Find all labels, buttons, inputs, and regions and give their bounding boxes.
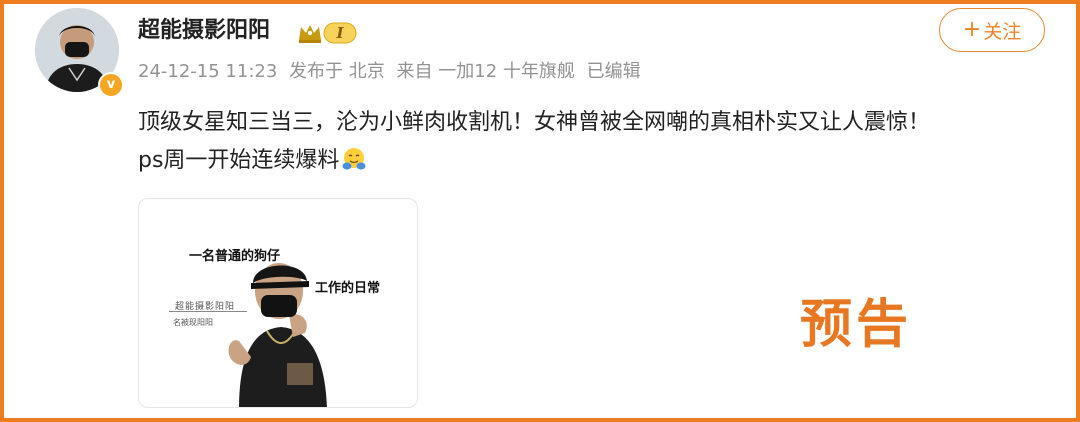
image-stamp-divider bbox=[169, 311, 247, 312]
post-source: 来自 一加12 十年旗舰 bbox=[396, 61, 575, 82]
post-edited[interactable]: 已编辑 bbox=[587, 61, 641, 82]
hug-emoji-icon bbox=[342, 148, 366, 170]
preview-label: 预告 bbox=[800, 295, 913, 355]
verified-v-icon: v bbox=[98, 72, 124, 98]
image-caption-side: 工作的日常 bbox=[315, 281, 381, 296]
post-text-line1: 顶级女星知三当三，沦为小鲜肉收割机！女神曾被全网嘲的真相朴实又让人震惊！ bbox=[138, 110, 931, 135]
post-text-line2: ps周一开始连续爆料 bbox=[138, 148, 340, 173]
post-text-line2-wrap: ps周一开始连续爆料 bbox=[138, 142, 1058, 180]
follow-button[interactable]: + 关注 bbox=[939, 8, 1045, 52]
image-stamp-sub: 名被现阳阳 bbox=[173, 318, 213, 327]
post-date[interactable]: 24-12-15 11:23 bbox=[138, 61, 277, 82]
plus-icon: + bbox=[962, 17, 982, 42]
level-badge-text: I bbox=[336, 24, 344, 42]
post-meta: 24-12-15 11:23 发布于 北京 来自 一加12 十年旗舰 已编辑 bbox=[138, 58, 647, 86]
level-badge[interactable]: I bbox=[296, 20, 358, 46]
image-caption-top: 一名普通的狗仔 bbox=[189, 249, 281, 264]
post-image-thumbnail[interactable]: 一名普通的狗仔 工作的日常 超能摄影阳阳 名被现阳阳 bbox=[138, 198, 418, 408]
follow-label: 关注 bbox=[983, 20, 1022, 43]
post-location: 发布于 北京 bbox=[289, 61, 385, 82]
username[interactable]: 超能摄影阳阳 bbox=[138, 14, 270, 48]
post-text: 顶级女星知三当三，沦为小鲜肉收割机！女神曾被全网嘲的真相朴实又让人震惊！ ps周… bbox=[138, 104, 1058, 180]
